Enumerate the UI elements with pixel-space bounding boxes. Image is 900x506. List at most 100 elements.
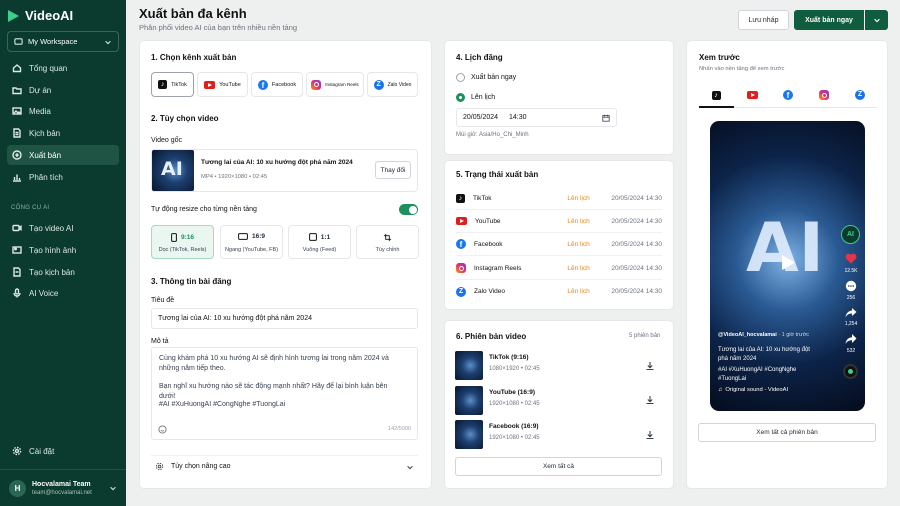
script-icon xyxy=(13,267,21,277)
advanced-options-toggle[interactable]: Tùy chọn nâng cao xyxy=(151,455,418,477)
comment-icon[interactable] xyxy=(845,280,857,292)
folder-icon xyxy=(12,87,22,95)
description-line: Bạn nghĩ xu hướng nào sẽ tác động mạnh n… xyxy=(159,383,388,400)
status-time: 20/05/2024 14:30 xyxy=(611,264,662,272)
ratio-desc: Dọc (TikTok, Reels) xyxy=(158,247,207,253)
nav-item-create-video[interactable]: Tạo video AI xyxy=(7,218,119,238)
auto-resize-toggle[interactable] xyxy=(399,204,418,215)
ratio-1-1-option[interactable]: 1:1 Vuông (Feed) xyxy=(288,225,351,259)
nav-item-media[interactable]: Media xyxy=(7,101,119,121)
status-badge: Lên lịch xyxy=(567,194,590,202)
see-all-previews-button[interactable]: Xem tất cả phiên bản xyxy=(698,423,876,442)
channel-zalo[interactable]: Z Zalo Video xyxy=(367,72,418,97)
preview-handle: @VideoAI_hocvalamai xyxy=(718,332,777,338)
forwards-count: 532 xyxy=(846,348,856,354)
version-thumbnail xyxy=(455,420,483,449)
preview-tab-instagram[interactable] xyxy=(814,88,834,102)
heart-icon[interactable] xyxy=(845,253,857,264)
version-meta: 1920×1080 • 02:45 xyxy=(489,401,540,407)
channel-youtube[interactable]: YouTube xyxy=(197,72,248,97)
version-item: YouTube (16:9) 1920×1080 • 02:45 xyxy=(455,386,662,416)
schedule-radio[interactable] xyxy=(456,93,465,102)
preview-video-text: AI xyxy=(746,209,824,288)
video-icon xyxy=(12,224,22,232)
nav-item-scripts[interactable]: Kịch bản xyxy=(7,123,119,143)
publish-now-button[interactable]: Xuất bản ngay xyxy=(794,10,864,30)
share-icon[interactable] xyxy=(845,307,857,319)
channel-avatar[interactable]: AI xyxy=(841,225,860,244)
forward-icon[interactable] xyxy=(845,333,857,345)
schedule-date: 20/05/2024 xyxy=(463,114,499,121)
download-icon[interactable] xyxy=(645,430,655,440)
auto-resize-label: Tự động resize cho từng nền tảng xyxy=(151,206,257,213)
preview-tab-facebook[interactable]: f xyxy=(778,88,798,102)
status-time: 20/05/2024 14:30 xyxy=(611,240,662,248)
status-time: 20/05/2024 14:30 xyxy=(611,217,662,225)
channel-label: Zalo Video xyxy=(387,81,412,88)
channel-tiktok[interactable]: ♪ TikTok xyxy=(151,72,194,97)
nav-item-analytics[interactable]: Phân tích xyxy=(7,167,119,187)
status-row-instagram: Instagram Reels Lên lịch 20/05/2024 14:3… xyxy=(456,257,662,280)
comments-count: 256 xyxy=(846,295,856,301)
nav-label: Tổng quan xyxy=(29,63,68,73)
emoji-icon[interactable] xyxy=(158,425,167,434)
preview-hashtags: #AI #XuHuongAI #CongNghe #TuongLai xyxy=(718,367,797,382)
nav-item-publish[interactable]: Xuất bản xyxy=(7,145,119,165)
nav-item-projects[interactable]: Dự án xyxy=(7,80,119,100)
download-icon[interactable] xyxy=(645,395,655,405)
video-options-heading: 2. Tùy chọn video xyxy=(151,114,219,123)
sound-name: Original sound - VideoAI xyxy=(725,387,789,393)
play-logo-icon xyxy=(8,9,20,22)
gear-icon xyxy=(155,462,164,471)
calendar-icon xyxy=(602,114,610,122)
save-draft-button[interactable]: Lưu nháp xyxy=(738,10,789,30)
workspace-selector[interactable]: My Workspace xyxy=(7,31,119,52)
schedule-datetime-input[interactable]: 20/05/2024 14:30 xyxy=(456,108,617,127)
version-item: TikTok (9:16) 1080×1920 • 02:45 xyxy=(455,351,662,381)
brand-logo[interactable]: VideoAI xyxy=(8,8,73,23)
user-account[interactable]: H Hocvalamai Team team@hocvalamai.net xyxy=(0,469,126,506)
channel-label: YouTube xyxy=(219,81,241,88)
nav-item-settings[interactable]: Cài đặt xyxy=(7,441,119,461)
brand-name: VideoAI xyxy=(25,8,74,23)
ratio-16-9-option[interactable]: 16:9 Ngang (YouTube, FB) xyxy=(220,225,283,259)
preview-tab-tiktok[interactable]: ♪ xyxy=(706,88,726,102)
ratio-9-16-option[interactable]: 9:16 Dọc (TikTok, Reels) xyxy=(151,225,214,259)
nav-label: Media xyxy=(29,106,51,116)
nav-label: Cài đặt xyxy=(29,446,55,456)
channel-facebook[interactable]: f Facebook xyxy=(251,72,303,97)
title-input[interactable]: Tương lai của AI: 10 xu hướng đột phá nă… xyxy=(151,308,418,329)
change-video-button[interactable]: Thay đổi xyxy=(375,161,411,179)
channel-instagram[interactable]: Instagram Reels xyxy=(306,72,364,97)
see-all-versions-button[interactable]: Xem tất cả xyxy=(455,457,662,476)
publish-now-radio[interactable] xyxy=(456,73,465,82)
preview-subtitle: Nhấn vào nền tảng để xem trước xyxy=(699,66,785,72)
tiktok-icon: ♪ xyxy=(158,80,168,89)
version-meta: 1920×1080 • 02:45 xyxy=(489,435,540,441)
ratio-custom-option[interactable]: Tùy chỉnh xyxy=(356,225,419,259)
description-textarea[interactable]: Cùng khám phá 10 xu hướng AI sẽ định hìn… xyxy=(151,347,418,440)
status-channel-name: YouTube xyxy=(475,217,501,225)
title-label: Tiêu đề xyxy=(151,297,175,304)
status-channel-name: Facebook xyxy=(474,240,503,248)
status-channel-name: TikTok xyxy=(473,194,492,202)
ratio-value: 16:9 xyxy=(251,233,265,240)
status-row-zalo: Z Zalo Video Lên lịch 20/05/2024 14:30 xyxy=(456,280,662,303)
preview-tab-youtube[interactable] xyxy=(742,88,762,102)
square-icon xyxy=(308,233,317,241)
publish-options-button[interactable] xyxy=(865,10,888,30)
preview-tab-zalo[interactable]: Z xyxy=(850,88,870,102)
play-icon[interactable] xyxy=(781,254,796,271)
nav-item-overview[interactable]: Tổng quan xyxy=(7,58,119,78)
nav-label: AI Voice xyxy=(29,288,59,298)
nav-item-create-image[interactable]: Tạo hình ảnh xyxy=(7,240,119,260)
version-meta: 1080×1920 • 02:45 xyxy=(489,366,540,372)
status-badge: Lên lịch xyxy=(567,264,590,272)
zalo-icon: Z xyxy=(373,79,384,90)
download-icon[interactable] xyxy=(645,361,655,371)
nav-item-create-script[interactable]: Tạo kịch bản xyxy=(7,262,119,282)
youtube-icon xyxy=(204,80,216,89)
nav-label: Tạo kịch bản xyxy=(29,267,75,277)
preview-sound: ♫ Original sound - VideoAI xyxy=(718,387,788,393)
nav-item-ai-voice[interactable]: AI Voice xyxy=(7,283,119,303)
